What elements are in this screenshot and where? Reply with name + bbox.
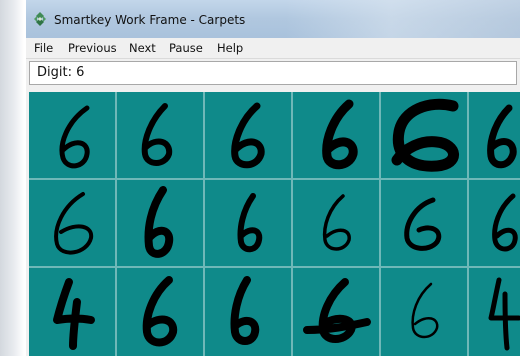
digit-sample[interactable] [29,92,115,178]
digit-sample-grid [29,92,520,356]
menu-pause[interactable]: Pause [169,41,203,55]
digit-sample[interactable] [29,180,115,266]
digit-sample[interactable] [205,180,291,266]
grid-divider [115,92,117,356]
menu-file[interactable]: File [34,41,53,55]
digit-sample[interactable] [117,92,203,178]
title-bar[interactable]: Smartkey Work Frame - Carpets [26,0,520,38]
grid-divider [291,92,293,356]
grid-divider [467,92,469,356]
menu-previous[interactable]: Previous [68,41,117,55]
digit-display: Digit: 6 [29,61,517,85]
app-window: Smartkey Work Frame - Carpets File Previ… [26,0,520,356]
digit-sample[interactable] [293,92,379,178]
digit-sample[interactable] [469,180,520,266]
grid-divider [29,266,520,268]
window-title: Smartkey Work Frame - Carpets [54,13,246,27]
digit-sample[interactable] [469,92,520,178]
digit-sample[interactable] [381,180,467,266]
digit-sample[interactable] [293,268,379,354]
background-edge [0,0,24,356]
menu-help[interactable]: Help [217,41,243,55]
digit-sample[interactable] [117,268,203,354]
grid-divider [379,92,381,356]
digit-sample[interactable] [381,92,467,178]
menu-bar: File Previous Next Pause Help [26,38,520,59]
digit-label: Digit: 6 [37,65,85,80]
grid-divider [203,92,205,356]
grid-divider [29,178,520,180]
digit-sample[interactable] [469,268,520,354]
smartkey-app-icon[interactable] [32,11,48,27]
digit-sample[interactable] [293,180,379,266]
title-bar-glass [286,0,520,38]
menu-next[interactable]: Next [129,41,156,55]
digit-sample[interactable] [29,268,115,354]
digit-sample[interactable] [205,268,291,354]
digit-sample[interactable] [381,268,467,354]
digit-sample[interactable] [205,92,291,178]
digit-sample[interactable] [117,180,203,266]
